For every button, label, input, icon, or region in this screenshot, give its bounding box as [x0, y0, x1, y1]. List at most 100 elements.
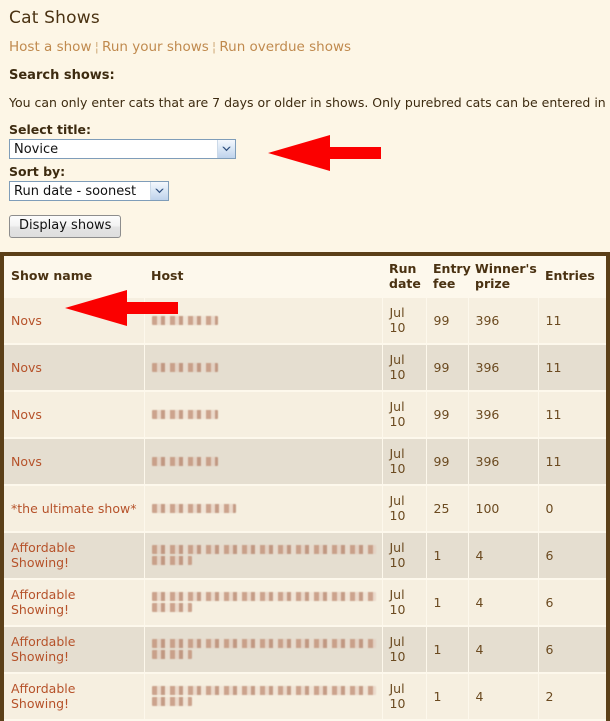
cell-run-date: Jul 10 — [382, 579, 427, 628]
cell-show-name[interactable]: Novs — [4, 391, 145, 440]
host-name-redacted — [151, 556, 192, 566]
table-row: *the ultimate show* Jul 10 25 100 0 — [4, 485, 606, 534]
cell-run-date: Jul 10 — [382, 438, 427, 487]
cell-entry-fee: 99 — [426, 391, 469, 440]
cell-host[interactable] — [144, 485, 383, 534]
cell-winners-prize: 396 — [468, 298, 539, 346]
table-row: Novs Jul 10 99 396 11 — [4, 298, 606, 346]
host-name-redacted — [151, 315, 218, 325]
show-name-link[interactable]: Affordable Showing! — [11, 587, 75, 617]
cell-show-name[interactable]: Affordable Showing! — [4, 532, 145, 581]
host-name-redacted — [151, 592, 376, 602]
table-row: Affordable Showing! Jul 10 1 4 6 — [4, 626, 606, 675]
cell-host[interactable] — [144, 673, 383, 721]
cell-entry-fee: 1 — [426, 626, 469, 675]
cell-show-name[interactable]: Affordable Showing! — [4, 579, 145, 628]
table-row: Affordable Showing! Jul 10 1 4 6 — [4, 579, 606, 628]
column-header-entry-fee: Entry fee — [426, 256, 471, 299]
shows-table-container: Show name Host Run date Entry fee Winner… — [0, 252, 610, 721]
chevron-down-icon[interactable] — [150, 182, 168, 200]
cell-entries: 6 — [538, 626, 606, 675]
cell-host[interactable] — [144, 344, 383, 393]
show-name-link[interactable]: Affordable Showing! — [11, 540, 75, 570]
cell-entry-fee: 99 — [426, 438, 469, 487]
cell-host[interactable] — [144, 579, 383, 628]
cell-winners-prize: 4 — [468, 532, 539, 581]
cell-run-date: Jul 10 — [382, 344, 427, 393]
cell-run-date: Jul 10 — [382, 485, 427, 534]
nav-separator: ¦ — [211, 39, 217, 55]
cell-show-name[interactable]: Novs — [4, 438, 145, 487]
show-name-link[interactable]: Novs — [11, 313, 42, 328]
cell-host[interactable] — [144, 391, 383, 440]
display-shows-button[interactable]: Display shows — [9, 215, 122, 239]
select-title-label: Select title: — [9, 122, 91, 137]
show-name-link[interactable]: Affordable Showing! — [11, 634, 75, 664]
cell-winners-prize: 396 — [468, 438, 539, 487]
show-name-link[interactable]: Novs — [11, 454, 42, 469]
column-header-show-name: Show name — [4, 256, 144, 299]
table-row: Novs Jul 10 99 396 11 — [4, 391, 606, 440]
shows-table-body: Novs Jul 10 99 396 11 Novs Jul 10 99 396 11 Novs Ju… — [4, 298, 606, 721]
cat-shows-page: Cat Shows Host a show ¦ Run your shows ¦ Run… — [0, 0, 610, 721]
shows-entry-notice: You can only enter cats that are 7 days … — [9, 95, 610, 110]
cell-entries: 11 — [538, 438, 606, 487]
cell-host[interactable] — [144, 626, 383, 675]
table-row: Affordable Showing! Jul 10 1 4 2 — [4, 673, 606, 721]
host-name-redacted — [151, 456, 218, 466]
sort-by-dropdown[interactable]: Run date - soonest — [9, 181, 169, 201]
cell-run-date: Jul 10 — [382, 298, 427, 346]
host-name-redacted — [151, 545, 376, 555]
column-header-run-date: Run date — [382, 256, 426, 299]
cell-show-name[interactable]: Affordable Showing! — [4, 626, 145, 675]
cell-host[interactable] — [144, 298, 383, 346]
page-title: Cat Shows — [9, 8, 100, 28]
table-row: Affordable Showing! Jul 10 1 4 6 — [4, 532, 606, 581]
cell-run-date: Jul 10 — [382, 391, 427, 440]
shows-table: Show name Host Run date Entry fee Winner… — [4, 256, 606, 721]
cell-entries: 0 — [538, 485, 606, 534]
nav-link-host-a-show[interactable]: Host a show — [9, 39, 91, 55]
search-form: Select title: Novice Sort by: Run date -… — [0, 110, 610, 239]
select-title-value: Novice — [14, 141, 59, 157]
cell-run-date: Jul 10 — [382, 532, 427, 581]
cell-entries: 11 — [538, 298, 606, 346]
nav-link-run-overdue-shows[interactable]: Run overdue shows — [219, 39, 351, 55]
cell-winners-prize: 4 — [468, 579, 539, 628]
nav-separator: ¦ — [94, 39, 100, 55]
column-header-winners-prize: Winner's prize — [468, 256, 538, 299]
cell-host[interactable] — [144, 532, 383, 581]
nav-link-run-your-shows[interactable]: Run your shows — [102, 39, 209, 55]
cell-run-date: Jul 10 — [382, 626, 427, 675]
show-name-link[interactable]: *the ultimate show* — [11, 501, 136, 516]
cell-winners-prize: 4 — [468, 673, 539, 721]
cell-show-name[interactable]: *the ultimate show* — [4, 485, 145, 534]
cell-host[interactable] — [144, 438, 383, 487]
cell-entries: 11 — [538, 391, 606, 440]
cell-entries: 6 — [538, 579, 606, 628]
cell-entries: 11 — [538, 344, 606, 393]
show-name-link[interactable]: Novs — [11, 360, 42, 375]
cell-winners-prize: 396 — [468, 344, 539, 393]
column-header-entries: Entries — [538, 256, 606, 299]
host-name-redacted — [151, 362, 218, 372]
cell-show-name[interactable]: Novs — [4, 298, 145, 346]
show-name-link[interactable]: Novs — [11, 407, 42, 422]
chevron-down-icon[interactable] — [217, 140, 235, 158]
shows-table-header-row: Show name Host Run date Entry fee Winner… — [4, 256, 606, 299]
host-name-redacted — [151, 686, 376, 696]
cell-entries: 6 — [538, 532, 606, 581]
column-header-host: Host — [144, 256, 382, 299]
cell-show-name[interactable]: Novs — [4, 344, 145, 393]
select-title-dropdown[interactable]: Novice — [9, 139, 236, 159]
cell-entry-fee: 25 — [426, 485, 469, 534]
host-name-redacted — [151, 603, 192, 613]
show-name-link[interactable]: Affordable Showing! — [11, 681, 75, 711]
cell-winners-prize: 100 — [468, 485, 539, 534]
cell-entry-fee: 1 — [426, 532, 469, 581]
host-name-redacted — [151, 503, 236, 513]
host-name-redacted — [151, 639, 376, 649]
cell-show-name[interactable]: Affordable Showing! — [4, 673, 145, 721]
sort-by-value: Run date - soonest — [14, 183, 137, 199]
cell-entry-fee: 1 — [426, 673, 469, 721]
